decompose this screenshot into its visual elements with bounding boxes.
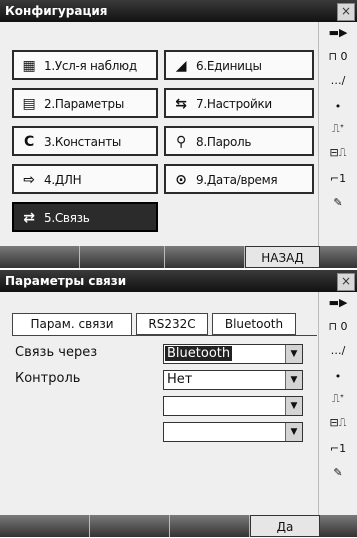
clock-icon: ⊙ [175,172,187,188]
signal-icon: …∕ [330,74,346,87]
target-icon: ⎍ᐩ [332,392,344,405]
softkey-3[interactable] [170,515,250,537]
target-icon: ⎍ᐩ [332,122,344,135]
page-indicator-icon: ⌐1 [329,442,347,455]
tab-divider [12,335,317,336]
menu-button-label: 8.Пароль [196,135,252,149]
dropdown-2[interactable]: Нет ▼ [163,370,303,390]
field-label: Контроль [15,371,81,386]
menu-button-label: 4.ДЛН [44,173,82,187]
memory-icon: ⊟⎍ [329,146,347,159]
battery-icon: ▬▶ [328,26,348,39]
dot-icon: • [334,100,342,113]
status-sidebar: ▬▶ ⊓ 0 …∕ • ⎍ᐩ ⊟⎍ ⌐1 ✎ [318,292,357,515]
communication-icon: ⇄ [23,210,35,226]
units-icon: ◢ [175,58,187,74]
softkey-2[interactable] [80,246,165,268]
menu-button-label: 5.Связь [44,211,90,225]
signal-icon: …∕ [330,344,346,357]
chevron-down-icon[interactable]: ▼ [285,345,302,363]
dot-icon: • [334,370,342,383]
parameters-icon: ▤ [22,96,36,112]
softkey-bar: НАЗАД [0,246,357,268]
menu-button-7[interactable]: ⇆ 7.Настройки [164,88,314,118]
page-indicator-icon: ⌐1 [329,172,347,185]
configuration-window: Конфигурация × ▦ 1.Усл-я наблюд ▤ 2.Парамет… [0,0,357,268]
pen-input-icon: ✎ [333,466,343,479]
comm-params-title: Параметры связи [5,274,127,288]
menu-button-label: 2.Параметры [44,97,125,111]
softkey-3[interactable] [165,246,245,268]
menu-button-5[interactable]: ⇄ 5.Связь [12,202,158,232]
menu-button-6[interactable]: ◢ 6.Единицы [164,50,314,80]
chevron-down-icon[interactable]: ▼ [285,371,302,389]
menu-button-label: 9.Дата/время [196,173,278,187]
dropdown-4[interactable]: ▼ [163,422,303,442]
menu-button-label: 1.Усл-я наблюд [44,59,137,73]
softkey-1[interactable] [0,246,80,268]
tilt-compensation-icon: ⊓ 0 [328,50,348,63]
constants-icon: C [24,134,34,150]
menu-button-label: 3.Константы [44,135,122,149]
dropdown-3[interactable]: ▼ [163,396,303,416]
comm-params-titlebar: Параметры связи × [0,270,357,292]
battery-icon: ▬▶ [328,296,348,309]
menu-button-9[interactable]: ⊙ 9.Дата/время [164,164,314,194]
key-icon: ⚲ [176,134,186,150]
dropdown-1[interactable]: Bluetooth ▼ [163,344,303,364]
configuration-titlebar: Конфигурация × [0,0,357,22]
yes-button[interactable]: Да [250,515,320,537]
dropdown-value: Нет [167,372,193,387]
settings-icon: ⇆ [175,96,187,112]
configuration-title: Конфигурация [5,4,108,18]
chevron-down-icon[interactable]: ▼ [285,397,302,415]
field-label: Связь через [15,345,98,360]
menu-button-8[interactable]: ⚲ 8.Пароль [164,126,314,156]
menu-button-3[interactable]: C 3.Константы [12,126,158,156]
back-button[interactable]: НАЗАД [245,246,320,268]
close-button[interactable]: × [337,3,355,21]
memory-icon: ⊟⎍ [329,416,347,429]
status-sidebar: ▬▶ ⊓ 0 …∕ • ⎍ᐩ ⊟⎍ ⌐1 ✎ [318,22,357,246]
menu-button-2[interactable]: ▤ 2.Параметры [12,88,158,118]
softkey-1[interactable] [0,515,90,537]
dropdown-value: Bluetooth [165,346,233,361]
comm-params-window: Параметры связи × Парам. связи RS232C Bl… [0,270,357,537]
close-button[interactable]: × [337,273,355,291]
tab-rs232c[interactable]: RS232C [136,313,208,335]
edm-icon: ⇨ [23,172,35,188]
survey-grid-icon: ▦ [22,58,36,74]
tab-bluetooth[interactable]: Bluetooth [212,313,296,335]
tab-comm-params[interactable]: Парам. связи [12,313,132,336]
softkey-bar: Да [0,515,357,537]
menu-button-1[interactable]: ▦ 1.Усл-я наблюд [12,50,158,80]
chevron-down-icon[interactable]: ▼ [285,423,302,441]
menu-button-label: 7.Настройки [196,97,272,111]
pen-input-icon: ✎ [333,196,343,209]
menu-button-label: 6.Единицы [196,59,262,73]
tilt-compensation-icon: ⊓ 0 [328,320,348,333]
menu-button-4[interactable]: ⇨ 4.ДЛН [12,164,158,194]
softkey-2[interactable] [90,515,170,537]
